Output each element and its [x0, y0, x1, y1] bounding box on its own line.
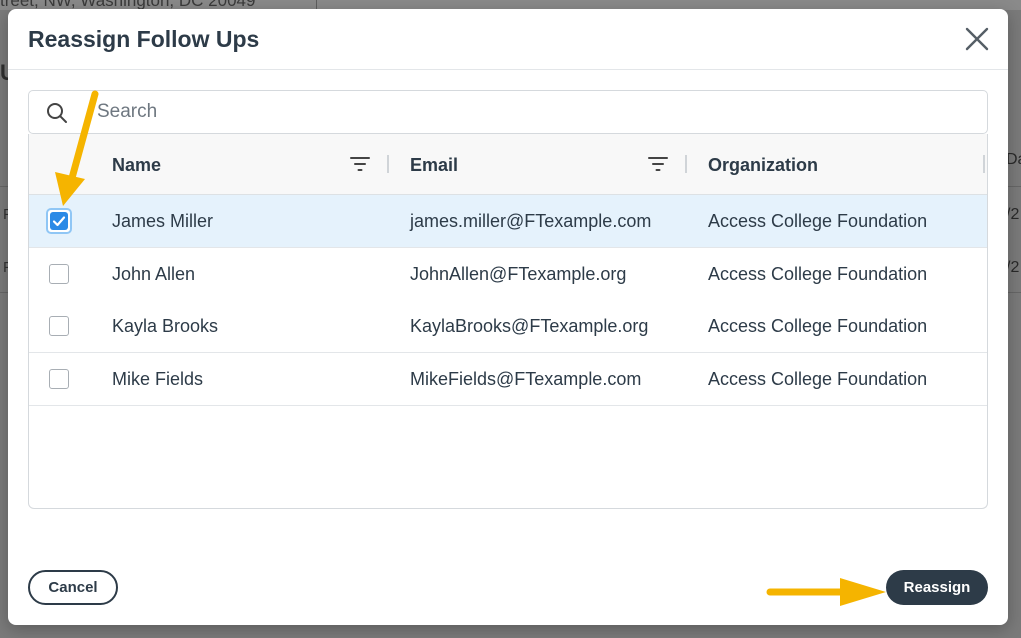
cell-organization: Access College Foundation — [708, 316, 928, 336]
column-separator[interactable] — [387, 155, 389, 173]
row-checkbox[interactable] — [49, 316, 69, 336]
cell-name: John Allen — [112, 264, 196, 284]
table-row[interactable]: Kayla Brooks KaylaBrooks@FTexample.org A… — [29, 300, 987, 353]
background-column-fragment: Da — [1006, 151, 1021, 168]
cell-name: James Miller — [112, 211, 214, 231]
row-checkbox[interactable] — [49, 264, 69, 284]
cell-organization: Access College Foundation — [708, 211, 928, 231]
cancel-button[interactable]: Cancel — [28, 570, 118, 605]
grid-header: Name Email Organization — [29, 134, 987, 195]
reassign-button[interactable]: Reassign — [886, 570, 988, 605]
background-row-fragment: /2 — [1006, 259, 1020, 276]
users-grid: Name Email Organization James Miller jam… — [28, 134, 988, 509]
cell-name: Mike Fields — [112, 369, 204, 389]
cell-email: KaylaBrooks@FTexample.org — [410, 316, 649, 336]
table-row[interactable]: Mike Fields MikeFields@FTexample.com Acc… — [29, 353, 987, 406]
reassign-dialog: Reassign Follow Ups Name Email Organiza — [8, 9, 1008, 625]
check-icon — [52, 216, 66, 227]
cell-name: Kayla Brooks — [112, 316, 219, 336]
row-checkbox[interactable] — [46, 208, 72, 234]
dialog-header: Reassign Follow Ups — [8, 9, 1008, 70]
cell-email: james.miller@FTexample.com — [410, 211, 652, 231]
cell-email: MikeFields@FTexample.com — [410, 369, 642, 389]
cell-organization: Access College Foundation — [708, 264, 928, 284]
table-row[interactable]: James Miller james.miller@FTexample.com … — [29, 195, 987, 248]
table-row[interactable]: John Allen JohnAllen@FTexample.org Acces… — [29, 248, 987, 301]
cell-email: JohnAllen@FTexample.org — [410, 264, 627, 284]
search-icon — [47, 103, 67, 123]
search-input[interactable] — [97, 99, 967, 125]
search-box — [28, 90, 988, 134]
column-header-email[interactable]: Email — [410, 155, 458, 176]
row-checkbox[interactable] — [49, 369, 69, 389]
column-header-organization[interactable]: Organization — [708, 155, 818, 176]
cell-organization: Access College Foundation — [708, 369, 928, 389]
close-button[interactable] — [963, 25, 991, 53]
close-icon — [965, 27, 989, 51]
background-row-fragment: /2 — [1006, 206, 1020, 223]
column-header-name[interactable]: Name — [112, 155, 161, 176]
column-separator[interactable] — [983, 155, 985, 173]
column-separator[interactable] — [685, 155, 687, 173]
filter-icon[interactable] — [350, 156, 370, 172]
filter-icon[interactable] — [648, 156, 668, 172]
dialog-title: Reassign Follow Ups — [28, 26, 260, 52]
